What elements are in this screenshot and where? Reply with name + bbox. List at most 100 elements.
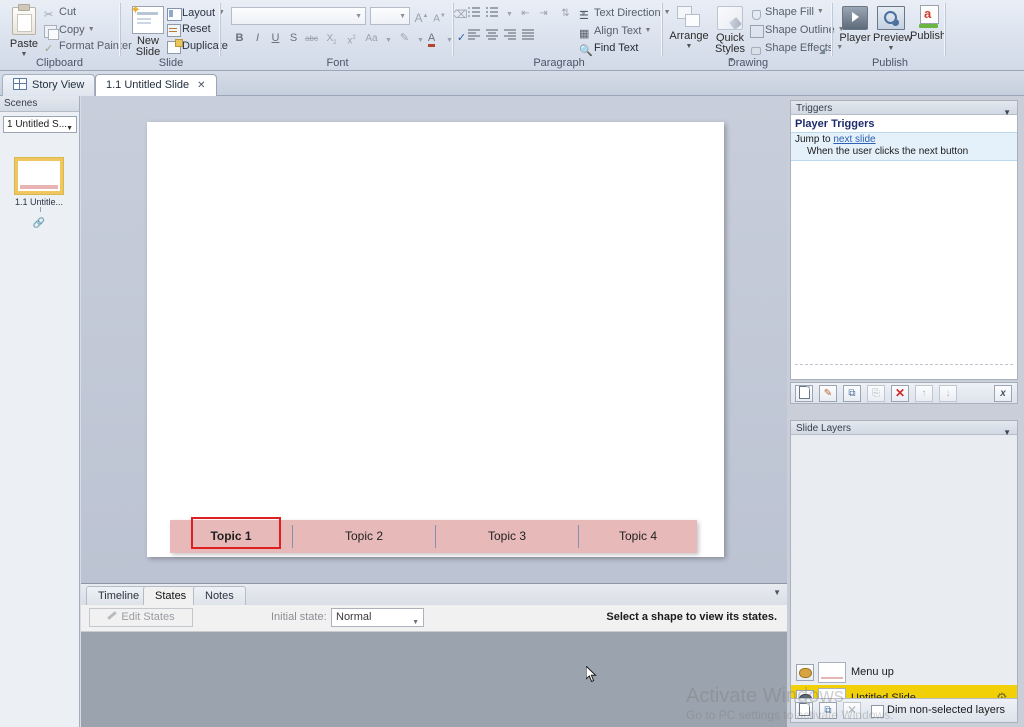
ribbon-group-font: ▼ ▼ A▲ A▼ ⌫ B I U S abc X2 x2 Aa ▼ ✎ ▼ A…	[223, 0, 468, 70]
close-icon[interactable]: ✕	[197, 80, 205, 91]
trigger-target-link[interactable]: next slide	[833, 134, 875, 145]
font-size-input[interactable]: ▼	[370, 7, 410, 25]
justify-button[interactable]	[519, 29, 536, 46]
ribbon-group-slide: ✦ New Slide Layout ▼ Reset Duplicate Slid…	[123, 0, 228, 70]
group-label-publish: Publish	[871, 57, 909, 69]
strikethrough-button[interactable]: abc	[303, 30, 320, 48]
topic-3-button[interactable]: Topic 3	[436, 520, 578, 553]
triggers-header[interactable]: Triggers ▼	[790, 100, 1018, 117]
chevron-down-icon: ▼	[399, 13, 406, 20]
copy-icon: ⧉	[824, 705, 832, 716]
bold-button[interactable]: B	[231, 30, 248, 48]
change-case-button[interactable]: Aa	[363, 30, 380, 48]
copy-icon	[44, 25, 59, 40]
slide-layers-panel: Slide Layers ▼ Menu up Untitled Slide ⚙ …	[790, 420, 1018, 723]
tab-story-view[interactable]: Story View	[2, 74, 96, 96]
menu-bar-shape[interactable]: Topic 1 Topic 2 Topic 3 Topic 4	[170, 517, 697, 553]
align-right-button[interactable]	[501, 29, 518, 46]
slide-canvas: Topic 1 Topic 2 Topic 3 Topic 4	[81, 96, 787, 583]
bullets-button[interactable]	[465, 6, 482, 23]
underline-button[interactable]: U	[267, 30, 284, 48]
align-right-icon	[503, 29, 516, 40]
reset-button[interactable]: Reset	[167, 22, 211, 37]
superscript-button[interactable]: x2	[343, 30, 360, 48]
duplicate-layer-button[interactable]: ⧉	[819, 702, 837, 719]
pencil-icon	[107, 611, 118, 621]
bulleted-list-icon	[467, 6, 480, 17]
initial-state-select[interactable]: Normal ▼	[331, 608, 424, 627]
edit-trigger-button[interactable]: ✎	[819, 385, 837, 402]
align-center-button[interactable]	[483, 29, 500, 46]
edit-states-button[interactable]: Edit States	[89, 608, 193, 627]
text-direction-button[interactable]: ☰ Text Direction ▼	[579, 5, 671, 22]
paste-trigger-button[interactable]: ⎘	[867, 385, 885, 402]
slide-thumbnail[interactable]	[15, 158, 63, 194]
preview-label: Preview	[873, 32, 913, 44]
triggers-divider	[795, 364, 1013, 365]
decrease-indent-button[interactable]: ⇤	[517, 6, 534, 23]
chevron-down-icon: ▼	[412, 619, 419, 626]
shape-fill-button[interactable]: Shape Fill ▼	[750, 4, 824, 21]
variables-button[interactable]: x	[994, 385, 1012, 402]
slide-surface[interactable]: Topic 1 Topic 2 Topic 3 Topic 4	[147, 122, 724, 557]
grow-font-button[interactable]: A▲	[413, 7, 430, 25]
topic-1-selection-outline	[191, 517, 281, 549]
tab-untitled-slide[interactable]: 1.1 Untitled Slide ✕	[95, 74, 217, 96]
new-trigger-button[interactable]	[795, 385, 813, 402]
line-spacing-button[interactable]: ⇅	[557, 6, 574, 23]
justify-icon	[521, 29, 534, 40]
topic-2-button[interactable]: Topic 2	[293, 520, 435, 553]
new-layer-button[interactable]	[795, 702, 813, 719]
copy-trigger-button[interactable]: ⧉	[843, 385, 861, 402]
shadow-button[interactable]: S	[285, 30, 302, 48]
dim-layers-checkbox[interactable]	[871, 705, 884, 718]
delete-trigger-button[interactable]: ✕	[891, 385, 909, 402]
find-text-button[interactable]: 🔍Find Text	[579, 41, 638, 57]
slide-layers-list[interactable]: Menu up Untitled Slide ⚙ ⧉ ✕ Dim non-sel…	[790, 435, 1018, 723]
move-trigger-down-button[interactable]: ↓	[939, 385, 957, 402]
chevron-down-icon[interactable]: ▼	[380, 32, 397, 50]
align-text-label: Align Text	[594, 25, 642, 37]
tab-timeline[interactable]: Timeline	[86, 586, 152, 605]
increase-indent-button[interactable]: ⇥	[535, 6, 552, 23]
topic-4-button[interactable]: Topic 4	[579, 520, 697, 553]
paste-button[interactable]: Paste ▼	[4, 4, 44, 58]
layout-button[interactable]: Layout ▼	[167, 5, 225, 21]
shrink-font-button[interactable]: A▼	[431, 7, 448, 25]
paintbrush-icon: ✓	[44, 43, 54, 55]
layer-visibility-toggle[interactable]	[796, 664, 814, 681]
layer-row-menu-up[interactable]: Menu up	[791, 659, 1017, 686]
arrange-button[interactable]: Arrange ▼	[669, 6, 709, 50]
new-slide-button[interactable]: ✦ New Slide	[128, 2, 168, 58]
underline-label: U	[271, 32, 280, 44]
font-name-input[interactable]: ▼	[231, 7, 366, 25]
font-color-button[interactable]: A	[423, 30, 440, 48]
scene-selector[interactable]: 1 Untitled S... ▼	[3, 116, 77, 133]
slide-layers-header[interactable]: Slide Layers ▼	[790, 420, 1018, 437]
copy-button[interactable]: Copy ▼	[44, 22, 95, 40]
drawing-dialog-launcher[interactable]: ◢	[819, 46, 828, 55]
publish-button[interactable]: a Publish	[910, 5, 946, 42]
subscript-button[interactable]: X2	[323, 30, 340, 48]
chevron-down-icon[interactable]: ▼	[501, 7, 518, 24]
text-highlight-button[interactable]: ✎	[396, 30, 413, 48]
italic-button[interactable]: I	[249, 30, 266, 48]
tab-states[interactable]: States	[143, 586, 199, 605]
move-trigger-up-button[interactable]: ↑	[915, 385, 933, 402]
trigger-item[interactable]: Jump to next slide When the user clicks …	[791, 132, 1017, 161]
paint-bucket-icon	[750, 8, 765, 21]
player-button[interactable]: Player	[839, 6, 871, 44]
preview-button[interactable]: Preview ▼	[873, 6, 913, 52]
triggers-list[interactable]: Player Triggers Jump to next slide When …	[790, 115, 1018, 380]
align-left-button[interactable]	[465, 29, 482, 46]
link-icon[interactable]: 🔗	[12, 218, 66, 229]
shape-effects-button[interactable]: Shape Effects ▼	[750, 40, 843, 55]
layout-icon	[167, 8, 182, 21]
tab-notes[interactable]: Notes	[193, 586, 246, 605]
arrow-up-icon: ↑	[921, 388, 927, 399]
cut-button[interactable]: ✂ Cut	[44, 5, 76, 21]
panel-collapse-icon[interactable]: ▼	[773, 588, 781, 597]
delete-layer-button[interactable]: ✕	[843, 702, 861, 719]
numbering-button[interactable]	[483, 6, 500, 23]
align-text-button[interactable]: ▦ Align Text ▼	[579, 23, 651, 40]
